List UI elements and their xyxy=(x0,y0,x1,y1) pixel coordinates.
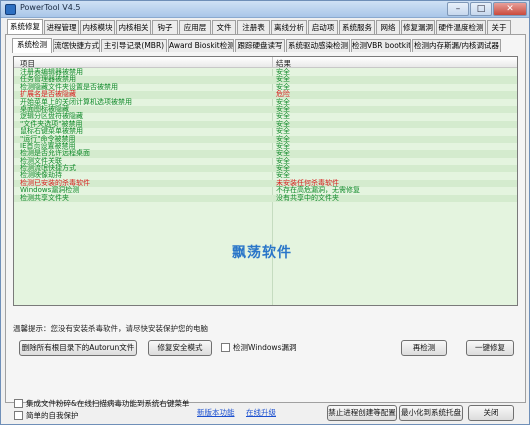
delete-autorun-button[interactable]: 删除所有根目录下的Autorun文件 xyxy=(19,340,137,356)
integrate-context-menu-label: 集成文件粉碎&在线扫描病毒功能到系统右键菜单 xyxy=(26,399,190,408)
minimize-to-tray-button[interactable]: 最小化到系统托盘 xyxy=(399,405,463,421)
check-results-list[interactable]: 项目 结果 注册表编辑器被禁用 安全 任务管理器被禁用 安全 检测隐藏文件夹设置是否被禁… xyxy=(13,56,518,306)
list-item[interactable]: 逻辑分区盘符被隐藏 安全 xyxy=(14,112,517,120)
tab-about[interactable]: 关于 xyxy=(487,20,511,34)
block-process-config-button[interactable]: 禁止进程创建等配置 xyxy=(327,405,397,421)
tab-files[interactable]: 文件 xyxy=(212,20,236,34)
tab-process-manager[interactable]: 进程管理 xyxy=(44,20,79,34)
tab-kernel-modules[interactable]: 内核模块 xyxy=(80,20,115,34)
subtab-mbr[interactable]: 主引导记录(MBR) xyxy=(101,39,167,52)
powertool-window: PowerTool V4.5 – □ ✕ 系统修复 进程管理 内核模块 内核相关… xyxy=(0,0,530,425)
subtab-driver-infection[interactable]: 系统驱动感染检测 xyxy=(286,39,350,52)
tab-hooks[interactable]: 钩子 xyxy=(152,20,178,34)
subtab-award-bioskit[interactable]: Award Bioskit检测 xyxy=(168,39,234,52)
app-icon xyxy=(5,4,16,15)
watermark: 飘荡软件 xyxy=(232,245,292,261)
list-item[interactable]: 检测隐藏文件夹设置是否被禁用 安全 xyxy=(14,83,517,91)
subtab-system-check[interactable]: 系统检测 xyxy=(12,38,52,53)
tab-kernel-related[interactable]: 内核相关 xyxy=(116,20,151,34)
list-header: 项目 结果 xyxy=(14,57,517,68)
list-item[interactable]: "文件夹选项"被禁用 安全 xyxy=(14,120,517,129)
self-protect-label: 简单的自我保护 xyxy=(26,411,79,420)
warning-hint: 温馨提示：您没有安装杀毒软件，请尽快安装保护您的电脑 xyxy=(13,324,208,333)
list-item[interactable]: 检测共享文件夹 没有共享中的文件夹 xyxy=(14,193,517,203)
recheck-button[interactable]: 再检测 xyxy=(401,340,447,356)
one-click-repair-button[interactable]: 一键修复 xyxy=(466,340,514,356)
tab-hardware-temperature[interactable]: 硬件温度检测 xyxy=(436,20,486,34)
list-item[interactable]: 开始菜单上的关闭计算机选项被禁用 安全 xyxy=(14,98,517,106)
list-rows: 注册表编辑器被禁用 安全 任务管理器被禁用 安全 检测隐藏文件夹设置是否被禁用 安全 扩展名… xyxy=(14,68,517,203)
list-item[interactable]: 检测已安装的杀毒软件 未安装任何杀毒软件 xyxy=(14,179,517,188)
online-update-link[interactable]: 在线升级 xyxy=(246,407,276,418)
list-item[interactable]: 检测文件关联 安全 xyxy=(14,157,517,165)
close-window-button[interactable]: ✕ xyxy=(493,2,527,16)
list-item[interactable]: 鼠标右键菜单被禁用 安全 xyxy=(14,127,517,135)
list-item[interactable]: 注册表编辑器被禁用 安全 xyxy=(14,68,517,76)
tab-offline-analysis[interactable]: 离线分析 xyxy=(271,20,307,34)
tab-fix-vulnerabilities[interactable]: 修复漏洞 xyxy=(401,20,435,34)
window-title: PowerTool V4.5 xyxy=(20,3,81,12)
subtab-memory-debugger[interactable]: 检测内存斯漏/内核调试器 xyxy=(412,39,501,52)
list-item[interactable]: 桌面图标被隐藏 安全 xyxy=(14,105,517,114)
tab-system-services[interactable]: 系统服务 xyxy=(339,20,375,34)
tab-system-repair[interactable]: 系统修复 xyxy=(7,19,43,35)
check-windows-vuln-label: 检测Windows漏洞 xyxy=(233,343,297,352)
item-result: 没有共享中的文件夹 xyxy=(276,193,339,202)
integrate-context-menu-checkbox[interactable] xyxy=(14,399,23,408)
tab-application-layer[interactable]: 应用层 xyxy=(179,20,211,34)
list-item[interactable]: Windows漏洞检测 不存在高危漏洞，无需修复 xyxy=(14,186,517,194)
item-name: 检测共享文件夹 xyxy=(20,193,69,202)
list-item[interactable]: 检测流氓快捷方式 安全 xyxy=(14,164,517,173)
tab-network[interactable]: 网络 xyxy=(376,20,400,34)
subtab-rogue-shortcuts[interactable]: 流氓快捷方式 xyxy=(53,39,100,52)
column-divider[interactable] xyxy=(272,57,273,68)
subtab-disk-tracking[interactable]: 跟踪硬盘读写 xyxy=(235,39,285,52)
title-bar: PowerTool V4.5 – □ ✕ xyxy=(1,1,529,18)
tab-startup-items[interactable]: 启动项 xyxy=(308,20,338,34)
close-button[interactable]: 关闭 xyxy=(468,405,514,421)
minimize-button[interactable]: – xyxy=(447,2,469,16)
repair-safe-mode-button[interactable]: 修复安全模式 xyxy=(148,340,212,356)
new-features-link[interactable]: 新版本功能 xyxy=(197,407,235,418)
list-item[interactable]: 检测是否允许远程桌面 安全 xyxy=(14,149,517,158)
maximize-button[interactable]: □ xyxy=(470,2,492,16)
list-item[interactable]: "运行"命令被禁用 安全 xyxy=(14,135,517,143)
tab-registry[interactable]: 注册表 xyxy=(237,20,270,34)
main-tab-strip: 系统修复 进程管理 内核模块 内核相关 钩子 应用层 文件 注册表 离线分析 启… xyxy=(7,19,529,35)
check-windows-vuln-checkbox[interactable] xyxy=(221,343,230,352)
subtab-vbr-bootkit[interactable]: 检测VBR bootkit xyxy=(351,39,411,52)
self-protect-checkbox[interactable] xyxy=(14,411,23,420)
